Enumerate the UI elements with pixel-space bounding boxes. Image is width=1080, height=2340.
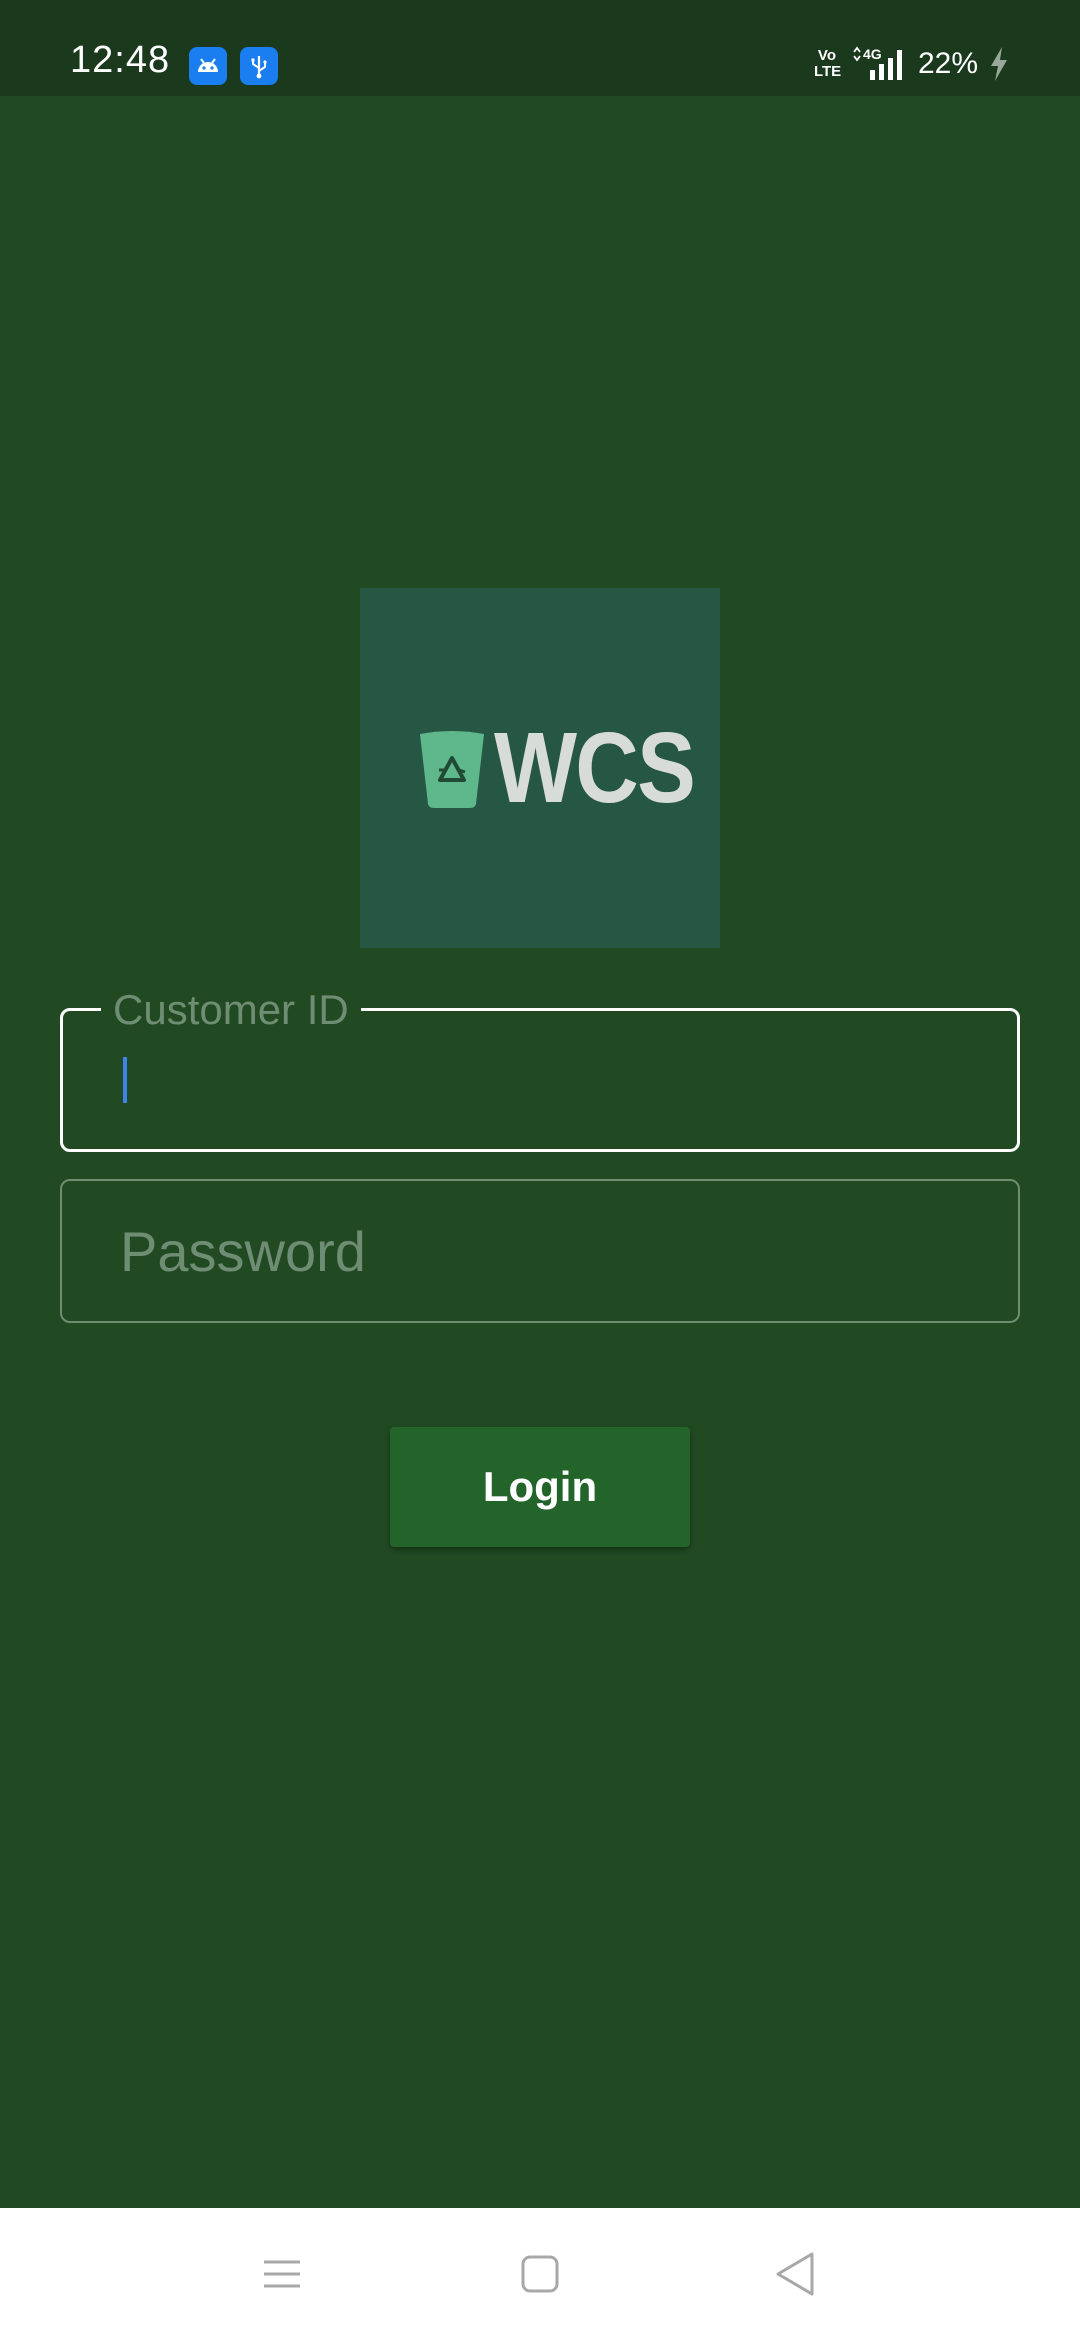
app-logo: WCS (360, 588, 720, 948)
customer-id-input[interactable] (63, 1011, 1017, 1149)
charging-bolt-icon (991, 47, 1007, 81)
network-type-label: 4G (863, 46, 882, 62)
android-icon (189, 47, 227, 85)
signal-strength-icon: 4G (850, 46, 908, 82)
home-square-icon[interactable] (508, 2242, 572, 2306)
login-button[interactable]: Login (390, 1427, 690, 1547)
logo-text: WCS (494, 712, 696, 824)
recycle-bin-icon (420, 731, 484, 808)
back-triangle-icon[interactable] (764, 2242, 828, 2306)
status-right-group: Vo LTE 4G 22% (814, 44, 1010, 84)
menu-lines-icon[interactable] (250, 2242, 314, 2306)
text-caret (123, 1057, 127, 1103)
customer-id-field[interactable]: Customer ID (60, 987, 1020, 1152)
status-bar: 12:48 Vo LTE 4G 22% (0, 0, 1080, 96)
login-screen: 12:48 Vo LTE 4G 22% WCS Customer ID Logi… (0, 0, 1080, 2340)
volte-indicator: Vo LTE (813, 47, 842, 80)
status-time: 12:48 (70, 39, 171, 81)
system-nav-bar (0, 2208, 1080, 2340)
password-input[interactable] (62, 1181, 1018, 1321)
usb-icon (240, 47, 278, 85)
battery-percent: 22% (917, 47, 978, 80)
password-field[interactable] (60, 1179, 1020, 1323)
